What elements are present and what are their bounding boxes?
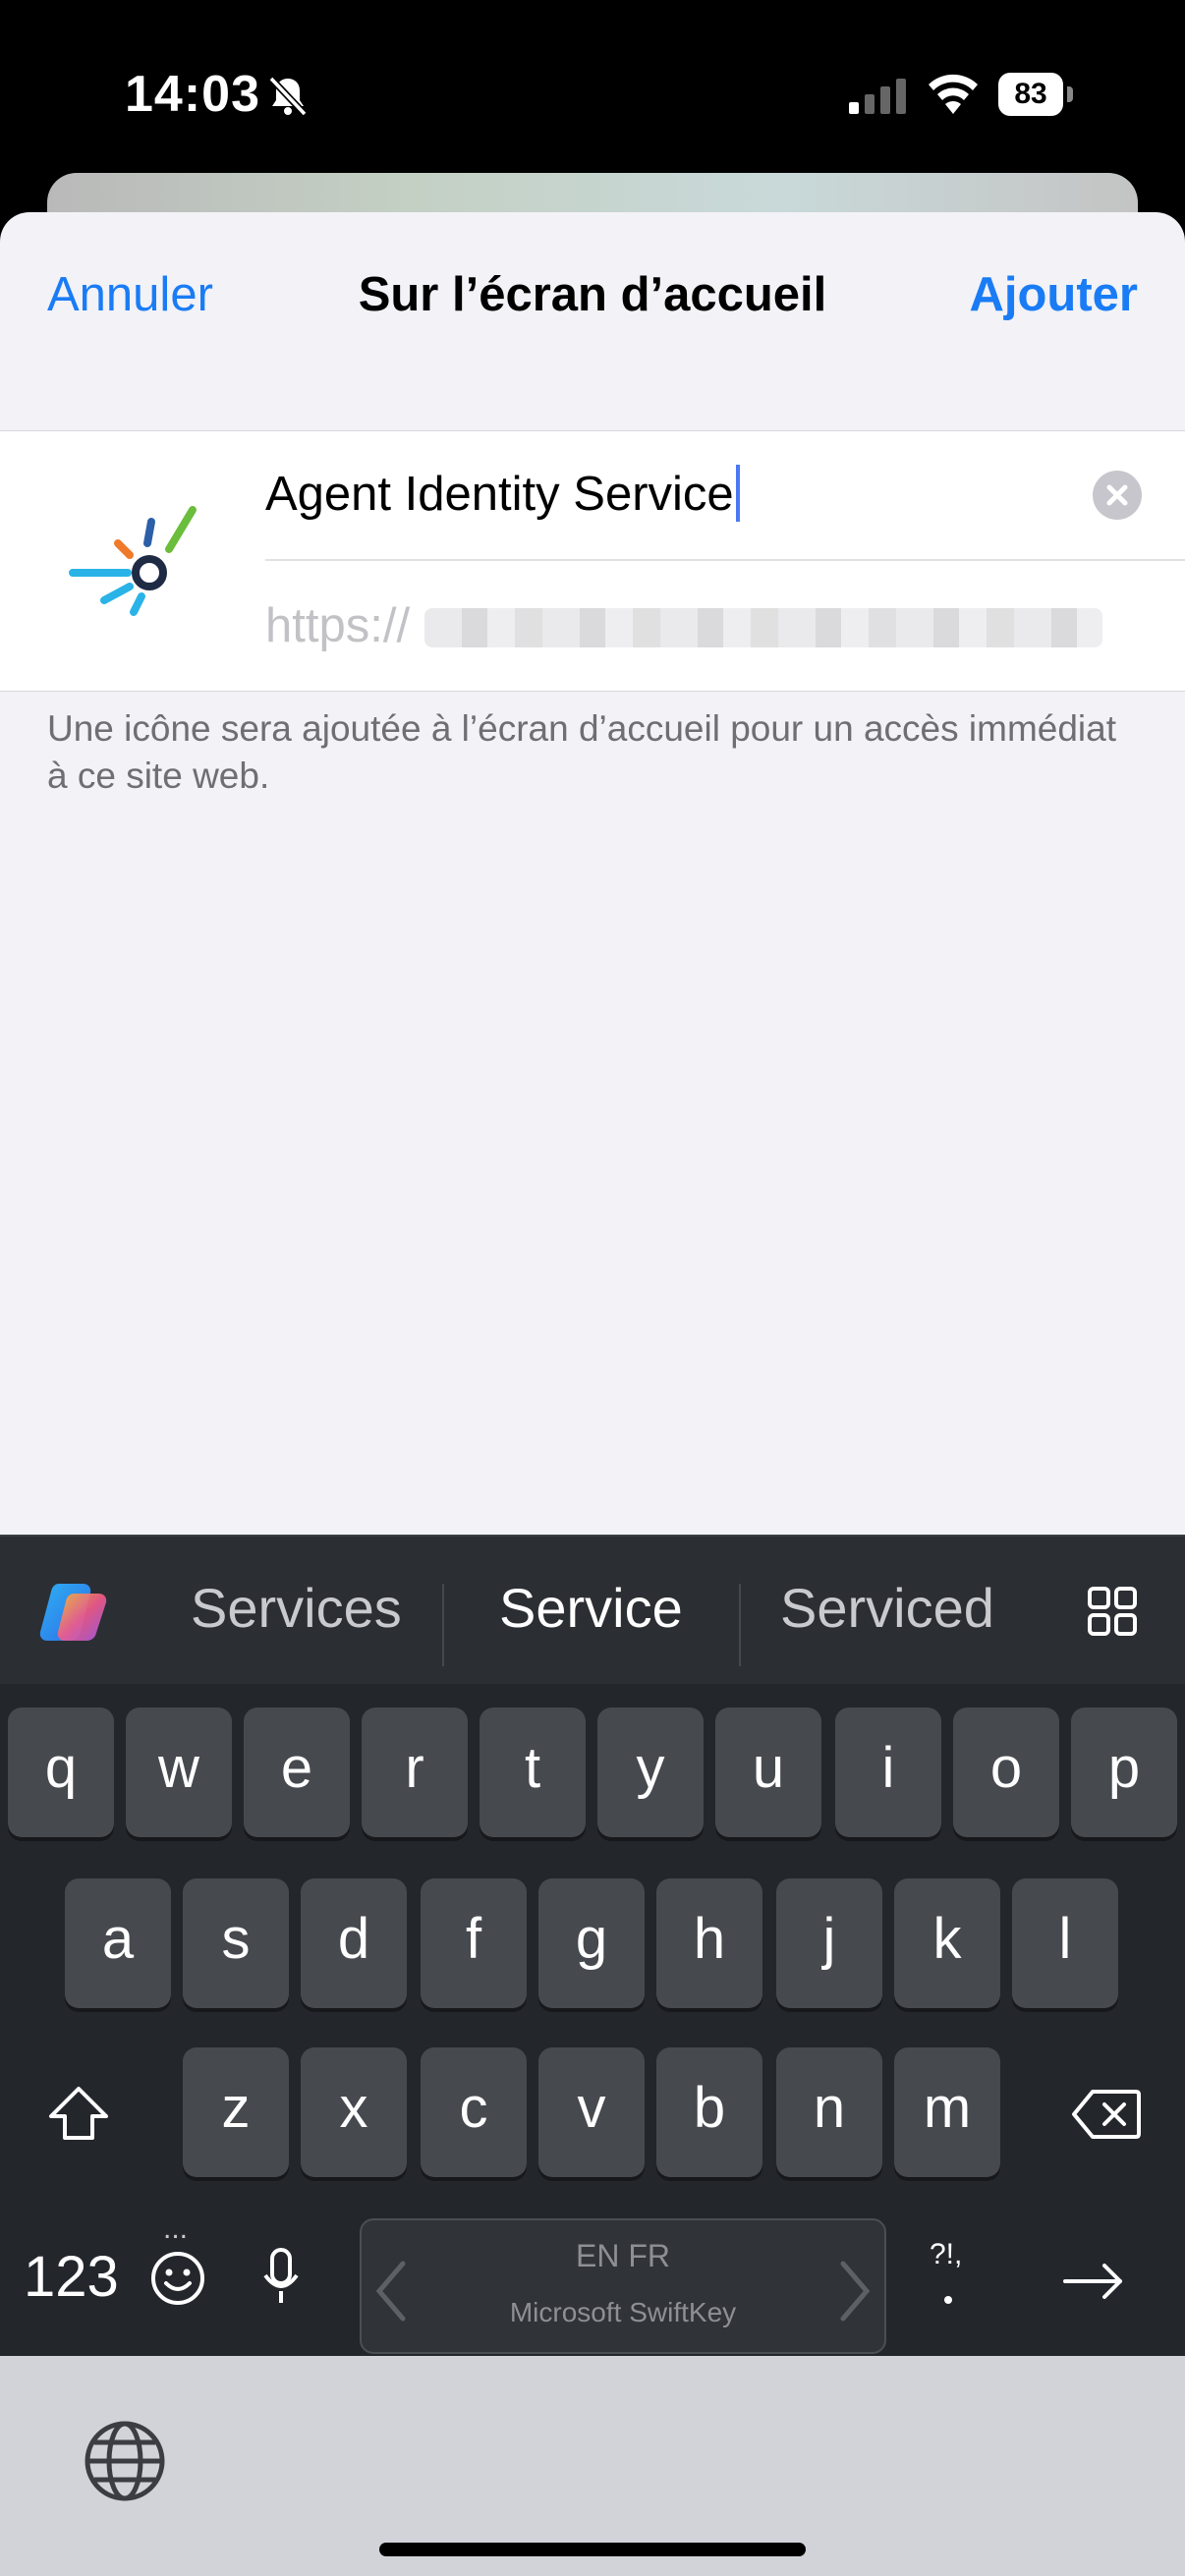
suggestion-divider bbox=[442, 1584, 444, 1666]
enter-key[interactable] bbox=[1061, 2262, 1126, 2306]
battery-nub bbox=[1067, 86, 1073, 102]
space-bar[interactable]: EN FR Microsoft SwiftKey bbox=[360, 2218, 886, 2354]
chevron-right-icon bbox=[840, 2261, 871, 2322]
emoji-key[interactable] bbox=[149, 2250, 206, 2312]
bookmark-card: Agent Identity Service https:// bbox=[0, 430, 1185, 692]
cellular-signal-icon bbox=[849, 79, 908, 119]
copilot-icon[interactable] bbox=[39, 1580, 110, 1650]
key-u[interactable]: u bbox=[715, 1708, 821, 1837]
footnote-text: Une icône sera ajoutée à l’écran d’accue… bbox=[47, 708, 1116, 796]
chevron-left-icon bbox=[375, 2261, 406, 2322]
battery-indicator: 83 bbox=[998, 73, 1075, 116]
key-m[interactable]: m bbox=[894, 2047, 1000, 2177]
key-f[interactable]: f bbox=[421, 1878, 527, 2008]
key-h[interactable]: h bbox=[656, 1878, 762, 2008]
key-n[interactable]: n bbox=[776, 2047, 882, 2177]
clear-text-button[interactable] bbox=[1093, 471, 1142, 520]
text-caret bbox=[735, 465, 740, 523]
key-v[interactable]: v bbox=[538, 2047, 645, 2177]
grid-menu-icon[interactable] bbox=[1087, 1586, 1138, 1642]
microphone-key[interactable] bbox=[261, 2246, 301, 2314]
suggestion-3[interactable]: Serviced bbox=[780, 1576, 994, 1640]
key-q[interactable]: q bbox=[8, 1708, 114, 1837]
home-indicator bbox=[379, 2543, 806, 2556]
microphone-icon bbox=[263, 2248, 299, 2303]
more-dots: ... bbox=[163, 2212, 189, 2245]
add-to-home-sheet: Sur l’écran d’accueil Annuler Ajouter Ag… bbox=[0, 212, 1185, 1535]
numbers-key[interactable]: 123 bbox=[24, 2244, 119, 2310]
keyboard-bottom-bar bbox=[0, 2356, 1185, 2576]
suggestion-bar: Services Service Serviced bbox=[0, 1535, 1185, 1684]
smiley-icon bbox=[151, 2252, 204, 2305]
close-icon bbox=[1106, 484, 1128, 506]
key-o[interactable]: o bbox=[953, 1708, 1059, 1837]
suggestion-2[interactable]: Service bbox=[499, 1576, 683, 1640]
key-s[interactable]: s bbox=[183, 1878, 289, 2008]
keyboard: Services Service Serviced q w e r t y u … bbox=[0, 1535, 1185, 2356]
key-z[interactable]: z bbox=[183, 2047, 289, 2177]
space-languages: EN FR bbox=[576, 2238, 670, 2273]
arrow-right-icon bbox=[1063, 2264, 1122, 2299]
key-k[interactable]: k bbox=[894, 1878, 1000, 2008]
key-c[interactable]: c bbox=[421, 2047, 527, 2177]
key-g[interactable]: g bbox=[538, 1878, 645, 2008]
suggestion-1[interactable]: Services bbox=[191, 1576, 402, 1640]
suggestion-divider bbox=[739, 1584, 741, 1666]
name-input[interactable]: Agent Identity Service bbox=[265, 465, 740, 523]
url-field: https:// bbox=[265, 561, 1185, 689]
battery-level: 83 bbox=[998, 73, 1063, 116]
site-favicon-icon bbox=[61, 498, 198, 631]
key-i[interactable]: i bbox=[835, 1708, 941, 1837]
key-w[interactable]: w bbox=[126, 1708, 232, 1837]
name-value: Agent Identity Service bbox=[265, 468, 734, 521]
key-y[interactable]: y bbox=[597, 1708, 704, 1837]
shift-icon bbox=[49, 2087, 108, 2140]
key-j[interactable]: j bbox=[776, 1878, 882, 2008]
key-d[interactable]: d bbox=[301, 1878, 407, 2008]
url-prefix: https:// bbox=[265, 599, 411, 652]
globe-icon[interactable] bbox=[83, 2419, 167, 2508]
key-a[interactable]: a bbox=[65, 1878, 171, 2008]
punctuation-key[interactable]: ?!, bbox=[930, 2238, 962, 2271]
space-brand: Microsoft SwiftKey bbox=[509, 2297, 737, 2327]
add-button[interactable]: Ajouter bbox=[970, 267, 1139, 322]
key-t[interactable]: t bbox=[480, 1708, 586, 1837]
bell-muted-icon bbox=[265, 73, 310, 123]
key-l[interactable]: l bbox=[1012, 1878, 1118, 2008]
wifi-icon bbox=[926, 73, 981, 119]
key-e[interactable]: e bbox=[244, 1708, 350, 1837]
key-b[interactable]: b bbox=[656, 2047, 762, 2177]
key-p[interactable]: p bbox=[1071, 1708, 1177, 1837]
status-time: 14:03 bbox=[125, 66, 260, 123]
cancel-button[interactable]: Annuler bbox=[47, 267, 213, 322]
key-r[interactable]: r bbox=[362, 1708, 468, 1837]
backspace-key[interactable] bbox=[1071, 2089, 1142, 2145]
status-bar: 14:03 83 bbox=[0, 0, 1185, 187]
key-x[interactable]: x bbox=[301, 2047, 407, 2177]
name-field[interactable]: Agent Identity Service bbox=[265, 431, 1185, 561]
punctuation-dot bbox=[943, 2279, 953, 2313]
backspace-icon bbox=[1072, 2090, 1141, 2139]
shift-key[interactable] bbox=[47, 2085, 110, 2149]
url-redacted bbox=[424, 608, 1102, 647]
